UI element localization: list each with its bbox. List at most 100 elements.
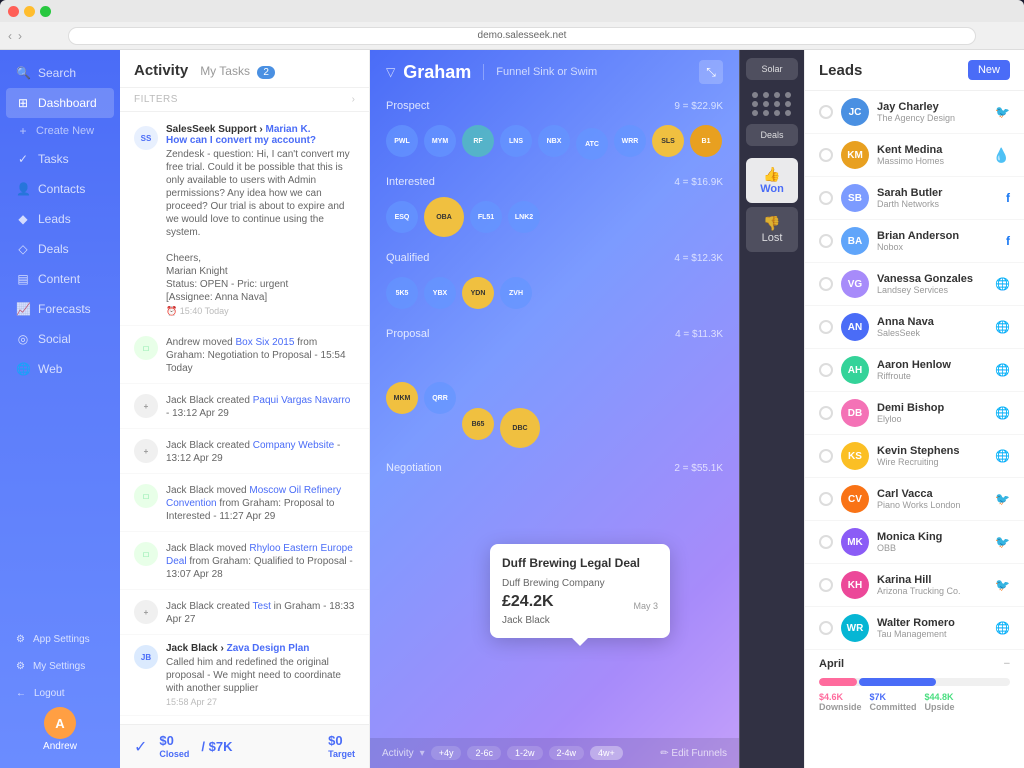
activity-subject[interactable]: How can I convert my account? [166,135,355,146]
solar-button[interactable]: Solar [746,58,798,80]
time-filter-2-6c[interactable]: 2-6c [467,746,501,760]
sidebar-item-deals[interactable]: ◇ Deals [0,234,120,264]
bubble[interactable]: RF [462,125,494,157]
lead-company: Massimo Homes [877,156,985,166]
sidebar-label-leads: Leads [38,212,71,226]
sidebar-item-create[interactable]: + Create New [0,118,120,144]
activity-item[interactable]: □ Andrew moved Box Six 2015 from Graham:… [120,326,369,384]
bubble[interactable]: WRR [614,125,646,157]
new-lead-button[interactable]: New [968,60,1010,80]
activity-item[interactable]: □ Jack Black moved Rhyloo Eastern Europe… [120,532,369,590]
list-item[interactable]: AN Anna Nava SalesSeek 🌐 [805,306,1024,349]
sidebar-mysettings[interactable]: ⚙ My Settings [0,653,120,680]
leads-header: Leads New [805,50,1024,91]
thumbs-down-icon: 👎 [750,215,794,232]
activity-tab-mytasks[interactable]: My Tasks 2 [200,64,275,78]
close-dot[interactable] [8,6,19,17]
stage-bubbles: PWL MYM RF LNS NBX ATC WRR SLS B1 [382,116,727,166]
sidebar-appsettings[interactable]: ⚙ App Settings [0,626,120,653]
lead-status-indicator [819,535,833,549]
time-filter-2-4w[interactable]: 2-4w [549,746,585,760]
activity-item[interactable]: □ Jack Black moved Moscow Oil Refinery C… [120,474,369,532]
activity-link[interactable]: Marian K. [265,124,310,135]
upside-metric: $44.8K Upside [925,692,955,712]
sidebar-item-dashboard[interactable]: ⊞ Dashboard [6,88,114,118]
solar-dot [752,92,758,98]
list-item[interactable]: JC Jay Charley The Agency Design 🐦 [805,91,1024,134]
activity-item[interactable]: SS SalesSeek Support › Marian K. How can… [120,116,369,326]
sidebar-item-forecasts[interactable]: 📈 Forecasts [0,294,120,324]
lost-button[interactable]: 👎 Lost [746,207,798,252]
list-item[interactable]: VG Vanessa Gonzales Landsey Services 🌐 [805,263,1024,306]
url-bar[interactable]: demo.salesseek.net [68,27,976,45]
list-item[interactable]: SB Sarah Butler Darth Networks f [805,177,1024,220]
bubble[interactable]: ESQ [386,201,418,233]
sidebar-logout[interactable]: ← Logout [0,680,120,707]
back-btn[interactable]: ‹ [8,29,12,43]
list-item[interactable]: KM Kent Medina Massimo Homes 💧 [805,134,1024,177]
bubble[interactable]: ATC [576,128,608,160]
bubble[interactable]: B65 [462,408,494,440]
list-item[interactable]: BA Brian Anderson Nobox f [805,220,1024,263]
bubble[interactable]: B1 [690,125,722,157]
activity-item[interactable]: + Jack Black created Test in Graham - 18… [120,590,369,635]
bubble[interactable]: MYM [424,125,456,157]
deals-button[interactable]: Deals [746,124,798,146]
list-item[interactable]: AH Aaron Henlow Riffroute 🌐 [805,349,1024,392]
activity-item[interactable]: JB Jack Black › Quire Catering Services … [120,716,369,724]
bubble[interactable]: 5K5 [386,277,418,309]
collapse-icon[interactable]: − [1004,658,1010,670]
bubble[interactable]: DBC [500,408,540,448]
bubble[interactable]: PWL [386,125,418,157]
forward-btn[interactable]: › [18,29,22,43]
sidebar-item-tasks[interactable]: ✓ Tasks [0,144,120,174]
minimize-dot[interactable] [24,6,35,17]
bubble[interactable]: YDN [462,277,494,309]
filters-chevron-icon[interactable]: › [352,94,355,105]
avatar: AN [841,313,869,341]
lead-status-indicator [819,320,833,334]
bubble[interactable]: MKM [386,382,418,414]
proposal-bubbles-lower: B65 DBC [462,408,540,448]
edit-funnels-button[interactable]: ✏ Edit Funnels [660,748,727,759]
avatar: KS [841,442,869,470]
list-item[interactable]: MK Monica King OBB 🐦 [805,521,1024,564]
bubble[interactable]: LNK2 [508,201,540,233]
solar-dot [785,101,791,107]
lead-info: Carl Vacca Piano Works London [877,488,987,510]
list-item[interactable]: KH Karina Hill Arizona Trucking Co. 🐦 [805,564,1024,607]
time-filter-4y[interactable]: +4y [431,746,462,760]
bubble[interactable]: FL51 [470,201,502,233]
bubble[interactable]: ZVH [500,277,532,309]
bubble[interactable]: NBX [538,125,570,157]
sidebar-item-leads[interactable]: ◆ Leads [0,204,120,234]
activity-item[interactable]: + Jack Black created Company Website - 1… [120,429,369,474]
list-item[interactable]: WR Walter Romero Tau Management 🌐 [805,607,1024,650]
time-filter-1-2w[interactable]: 1-2w [507,746,543,760]
maximize-dot[interactable] [40,6,51,17]
list-item[interactable]: CV Carl Vacca Piano Works London 🐦 [805,478,1024,521]
funnel-stage-interested: Interested 4 = $16.9K ESQ OBA FL51 LNK2 [382,170,727,242]
activity-icon: □ [134,484,158,508]
funnel-expand-button[interactable]: ⤡ [699,60,723,84]
sidebar-item-contacts[interactable]: 👤 Contacts [0,174,120,204]
activity-item[interactable]: + Jack Black created Paqui Vargas Navarr… [120,384,369,429]
bubble[interactable]: YBX [424,277,456,309]
list-item[interactable]: KS Kevin Stephens Wire Recruiting 🌐 [805,435,1024,478]
bubble[interactable]: SLS [652,125,684,157]
won-button[interactable]: 👍 Won [746,158,798,203]
bubble[interactable]: QRR [424,382,456,414]
deal-date: May 3 [633,601,658,611]
sidebar-item-content[interactable]: ▤ Content [0,264,120,294]
bubble[interactable]: OBA [424,197,464,237]
lead-company: Piano Works London [877,500,987,510]
sidebar-label-dashboard: Dashboard [38,96,97,110]
bubble[interactable]: LNS [500,125,532,157]
sidebar-item-web[interactable]: 🌐 Web [0,354,120,384]
lead-info: Karina Hill Arizona Trucking Co. [877,574,987,596]
activity-item[interactable]: JB Jack Black › Zava Design Plan Called … [120,635,369,716]
sidebar-item-search[interactable]: 🔍 Search [0,58,120,88]
sidebar-item-social[interactable]: ◎ Social [0,324,120,354]
time-filter-4w[interactable]: 4w+ [590,746,623,760]
list-item[interactable]: DB Demi Bishop Elyloo 🌐 [805,392,1024,435]
